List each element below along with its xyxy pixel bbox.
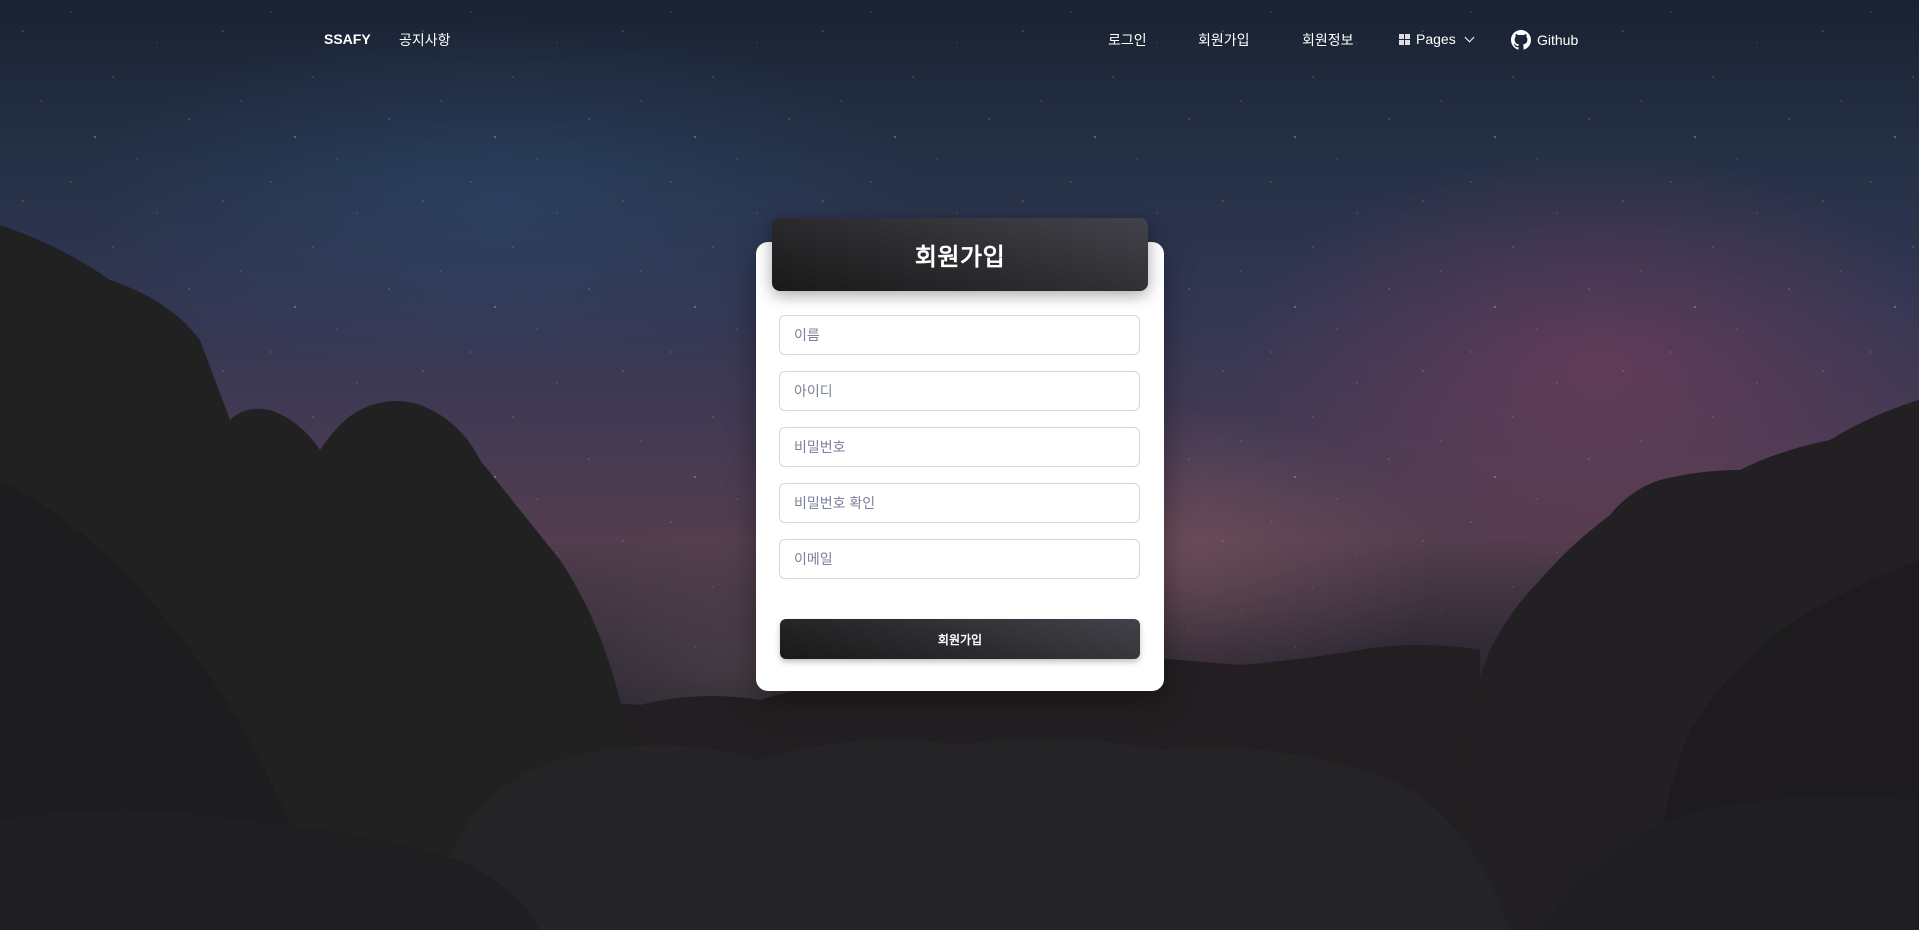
github-link[interactable]: Github — [1511, 30, 1578, 50]
nav-link-login[interactable]: 로그인 — [1108, 30, 1147, 50]
password-confirm-input[interactable] — [779, 483, 1140, 523]
signup-card: 회원가입 회원가입 — [756, 218, 1164, 691]
pages-dropdown-label: Pages — [1416, 31, 1456, 47]
username-input[interactable] — [779, 371, 1140, 411]
nav-link-profile[interactable]: 회원정보 — [1302, 30, 1354, 50]
nav-link-signup[interactable]: 회원가입 — [1198, 30, 1250, 50]
email-input[interactable] — [779, 539, 1140, 579]
signup-title: 회원가입 — [914, 244, 1006, 271]
github-icon — [1511, 30, 1531, 50]
top-navbar: SSAFY 공지사항 로그인 회원가입 회원정보 Pages Github — [0, 0, 1919, 80]
signup-submit-button[interactable]: 회원가입 — [780, 619, 1140, 659]
chevron-down-icon — [1464, 32, 1475, 42]
page-root: SSAFY 공지사항 로그인 회원가입 회원정보 Pages Github 회원… — [0, 0, 1919, 930]
dashboard-icon — [1399, 33, 1410, 45]
signup-card-header: 회원가입 — [772, 218, 1148, 291]
brand-link[interactable]: SSAFY — [324, 31, 371, 47]
github-link-label: Github — [1537, 32, 1579, 48]
name-input[interactable] — [779, 315, 1140, 355]
password-input[interactable] — [779, 427, 1140, 467]
pages-dropdown[interactable]: Pages — [1399, 31, 1475, 47]
nav-link-notice[interactable]: 공지사항 — [399, 30, 451, 50]
